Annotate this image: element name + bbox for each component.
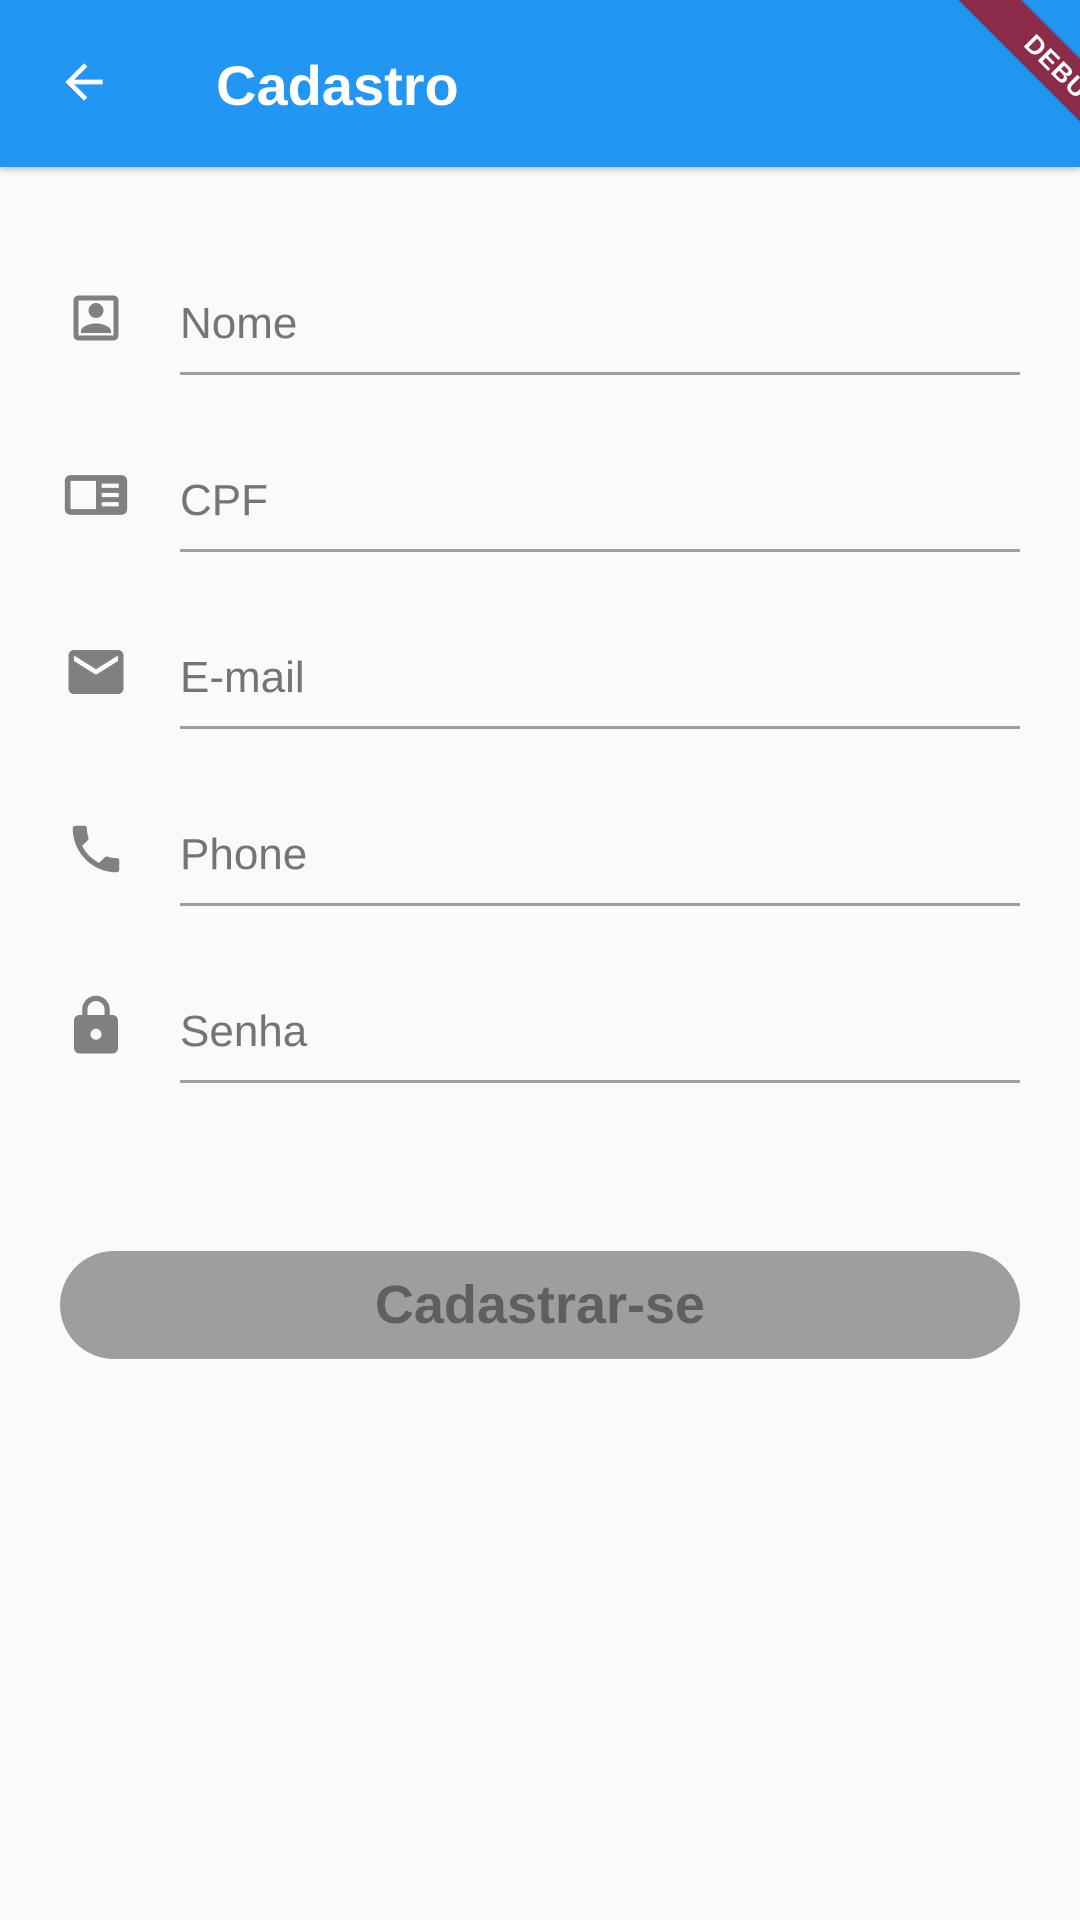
password-input[interactable] — [180, 983, 1020, 1083]
cpf-field-row — [0, 447, 1080, 597]
phone-field-row — [0, 801, 1080, 951]
phone-input[interactable] — [180, 806, 1020, 906]
back-button[interactable] — [40, 40, 128, 128]
email-input[interactable] — [180, 629, 1020, 729]
id-card-icon — [60, 459, 132, 531]
name-field-row — [0, 270, 1080, 420]
lock-icon — [60, 990, 132, 1062]
arrow-back-icon — [56, 54, 112, 115]
register-button[interactable]: Cadastrar-se — [60, 1251, 1020, 1359]
cpf-input[interactable] — [180, 452, 1020, 552]
contact-card-icon — [60, 282, 132, 354]
password-field-row — [0, 978, 1080, 1128]
phone-icon — [60, 813, 132, 885]
page-title: Cadastro — [216, 54, 459, 117]
mail-icon — [60, 636, 132, 708]
name-input[interactable] — [180, 275, 1020, 375]
app-bar: Cadastro — [0, 0, 1080, 167]
email-field-row — [0, 624, 1080, 774]
